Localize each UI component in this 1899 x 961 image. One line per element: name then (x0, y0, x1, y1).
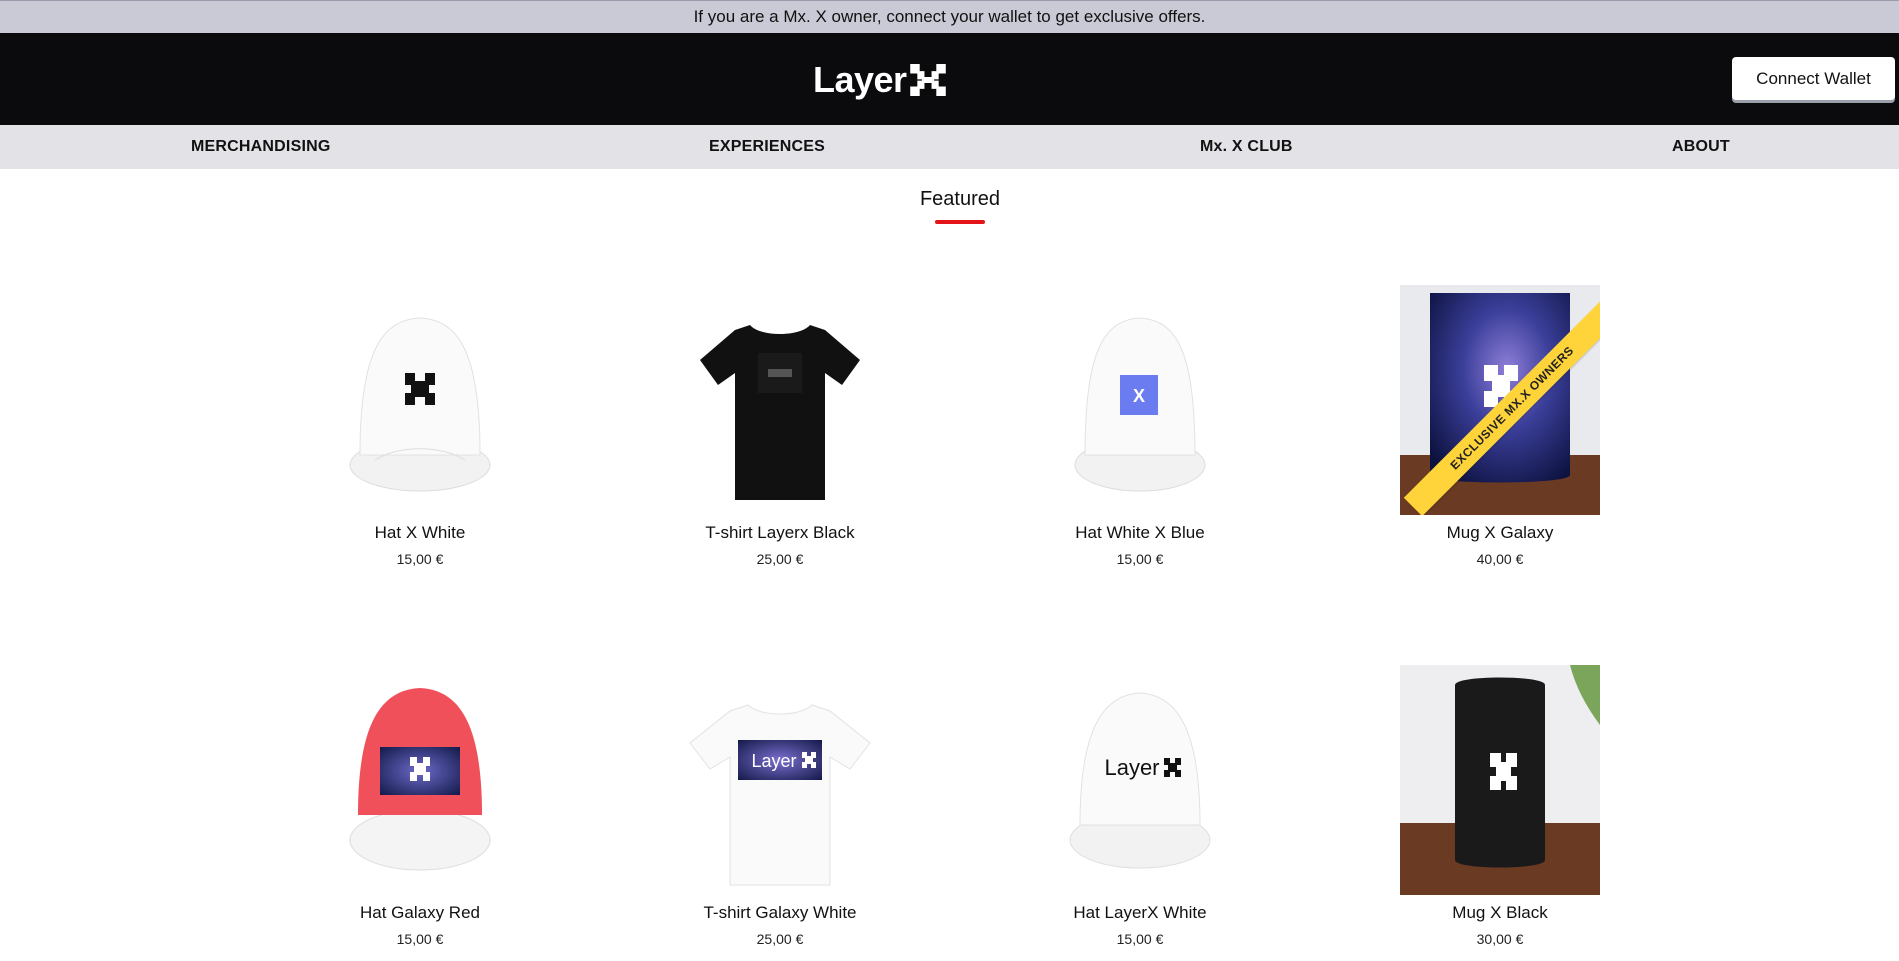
product-image[interactable]: X (1040, 285, 1240, 515)
title-underline (935, 220, 985, 224)
product-card[interactable]: EXCLUSIVE MX.X OWNERS Mug X Galaxy 40,00… (1370, 285, 1630, 567)
product-name[interactable]: Hat LayerX White (1010, 903, 1270, 925)
nav-item-merchandising[interactable]: MERCHANDISING (191, 125, 331, 169)
product-image[interactable]: Layer (1040, 665, 1240, 895)
main-nav: MERCHANDISING EXPERIENCES Mx. X CLUB ABO… (0, 125, 1899, 169)
product-image[interactable]: EXCLUSIVE MX.X OWNERS (1400, 285, 1600, 515)
product-name[interactable]: Mug X Black (1370, 903, 1630, 925)
nav-item-experiences[interactable]: EXPERIENCES (709, 125, 825, 169)
product-price: 15,00 € (396, 551, 444, 567)
x-logo-icon (909, 64, 946, 96)
red-cap-galaxy-icon (349, 688, 491, 871)
product-name[interactable]: Hat White X Blue (1010, 523, 1270, 545)
product-name[interactable]: Mug X Galaxy (1370, 523, 1630, 545)
product-price: 40,00 € (1476, 551, 1524, 567)
product-image[interactable]: Layer (680, 665, 880, 895)
product-image[interactable] (320, 285, 520, 515)
nav-item-mx-x-club[interactable]: Mx. X CLUB (1200, 125, 1293, 169)
product-price: 25,00 € (756, 931, 804, 947)
product-name[interactable]: Hat Galaxy Red (290, 903, 550, 925)
product-card[interactable]: Hat X White 15,00 € (290, 285, 550, 567)
svg-text:Layer: Layer (751, 751, 796, 771)
announcement-text: If you are a Mx. X owner, connect your w… (693, 7, 1206, 26)
product-name[interactable]: T-shirt Layerx Black (650, 523, 910, 545)
product-name[interactable]: Hat X White (290, 523, 550, 545)
product-card[interactable]: Mug X Black 30,00 € (1370, 665, 1630, 947)
white-cap-black-x-icon (349, 317, 491, 492)
site-logo[interactable]: Layer (813, 57, 946, 103)
section-title: Featured (919, 188, 1001, 210)
product-card[interactable]: Layer Hat LayerX White 15,00 € (1010, 665, 1270, 947)
black-mug-icon (1400, 665, 1600, 895)
product-price: 15,00 € (1116, 931, 1164, 947)
svg-text:X: X (1133, 386, 1145, 406)
product-card[interactable]: T-shirt Layerx Black 25,00 € (650, 285, 910, 567)
logo-text: Layer (813, 59, 907, 100)
product-price: 15,00 € (396, 931, 444, 947)
svg-text:Layer: Layer (1104, 755, 1159, 780)
product-card[interactable]: Hat Galaxy Red 15,00 € (290, 665, 550, 947)
nav-item-about[interactable]: ABOUT (1672, 125, 1730, 169)
product-price: 30,00 € (1476, 931, 1524, 947)
site-header: Layer Connect Wallet (0, 33, 1899, 125)
white-cap-layerx-icon: Layer (1069, 692, 1211, 869)
announcement-bar: If you are a Mx. X owner, connect your w… (0, 0, 1899, 33)
product-image[interactable] (1400, 665, 1600, 895)
product-card[interactable]: Layer T-shirt Galaxy White 25,00 € (650, 665, 910, 947)
product-name[interactable]: T-shirt Galaxy White (650, 903, 910, 925)
white-cap-blue-x-icon: X (1074, 317, 1206, 492)
black-tshirt-icon (700, 325, 860, 500)
product-card[interactable]: X Hat White X Blue 15,00 € (1010, 285, 1270, 567)
product-image[interactable] (680, 285, 880, 515)
connect-wallet-button[interactable]: Connect Wallet (1732, 57, 1895, 100)
product-price: 25,00 € (756, 551, 804, 567)
product-price: 15,00 € (1116, 551, 1164, 567)
product-image[interactable] (320, 665, 520, 895)
white-tshirt-galaxy-icon: Layer (689, 704, 871, 886)
